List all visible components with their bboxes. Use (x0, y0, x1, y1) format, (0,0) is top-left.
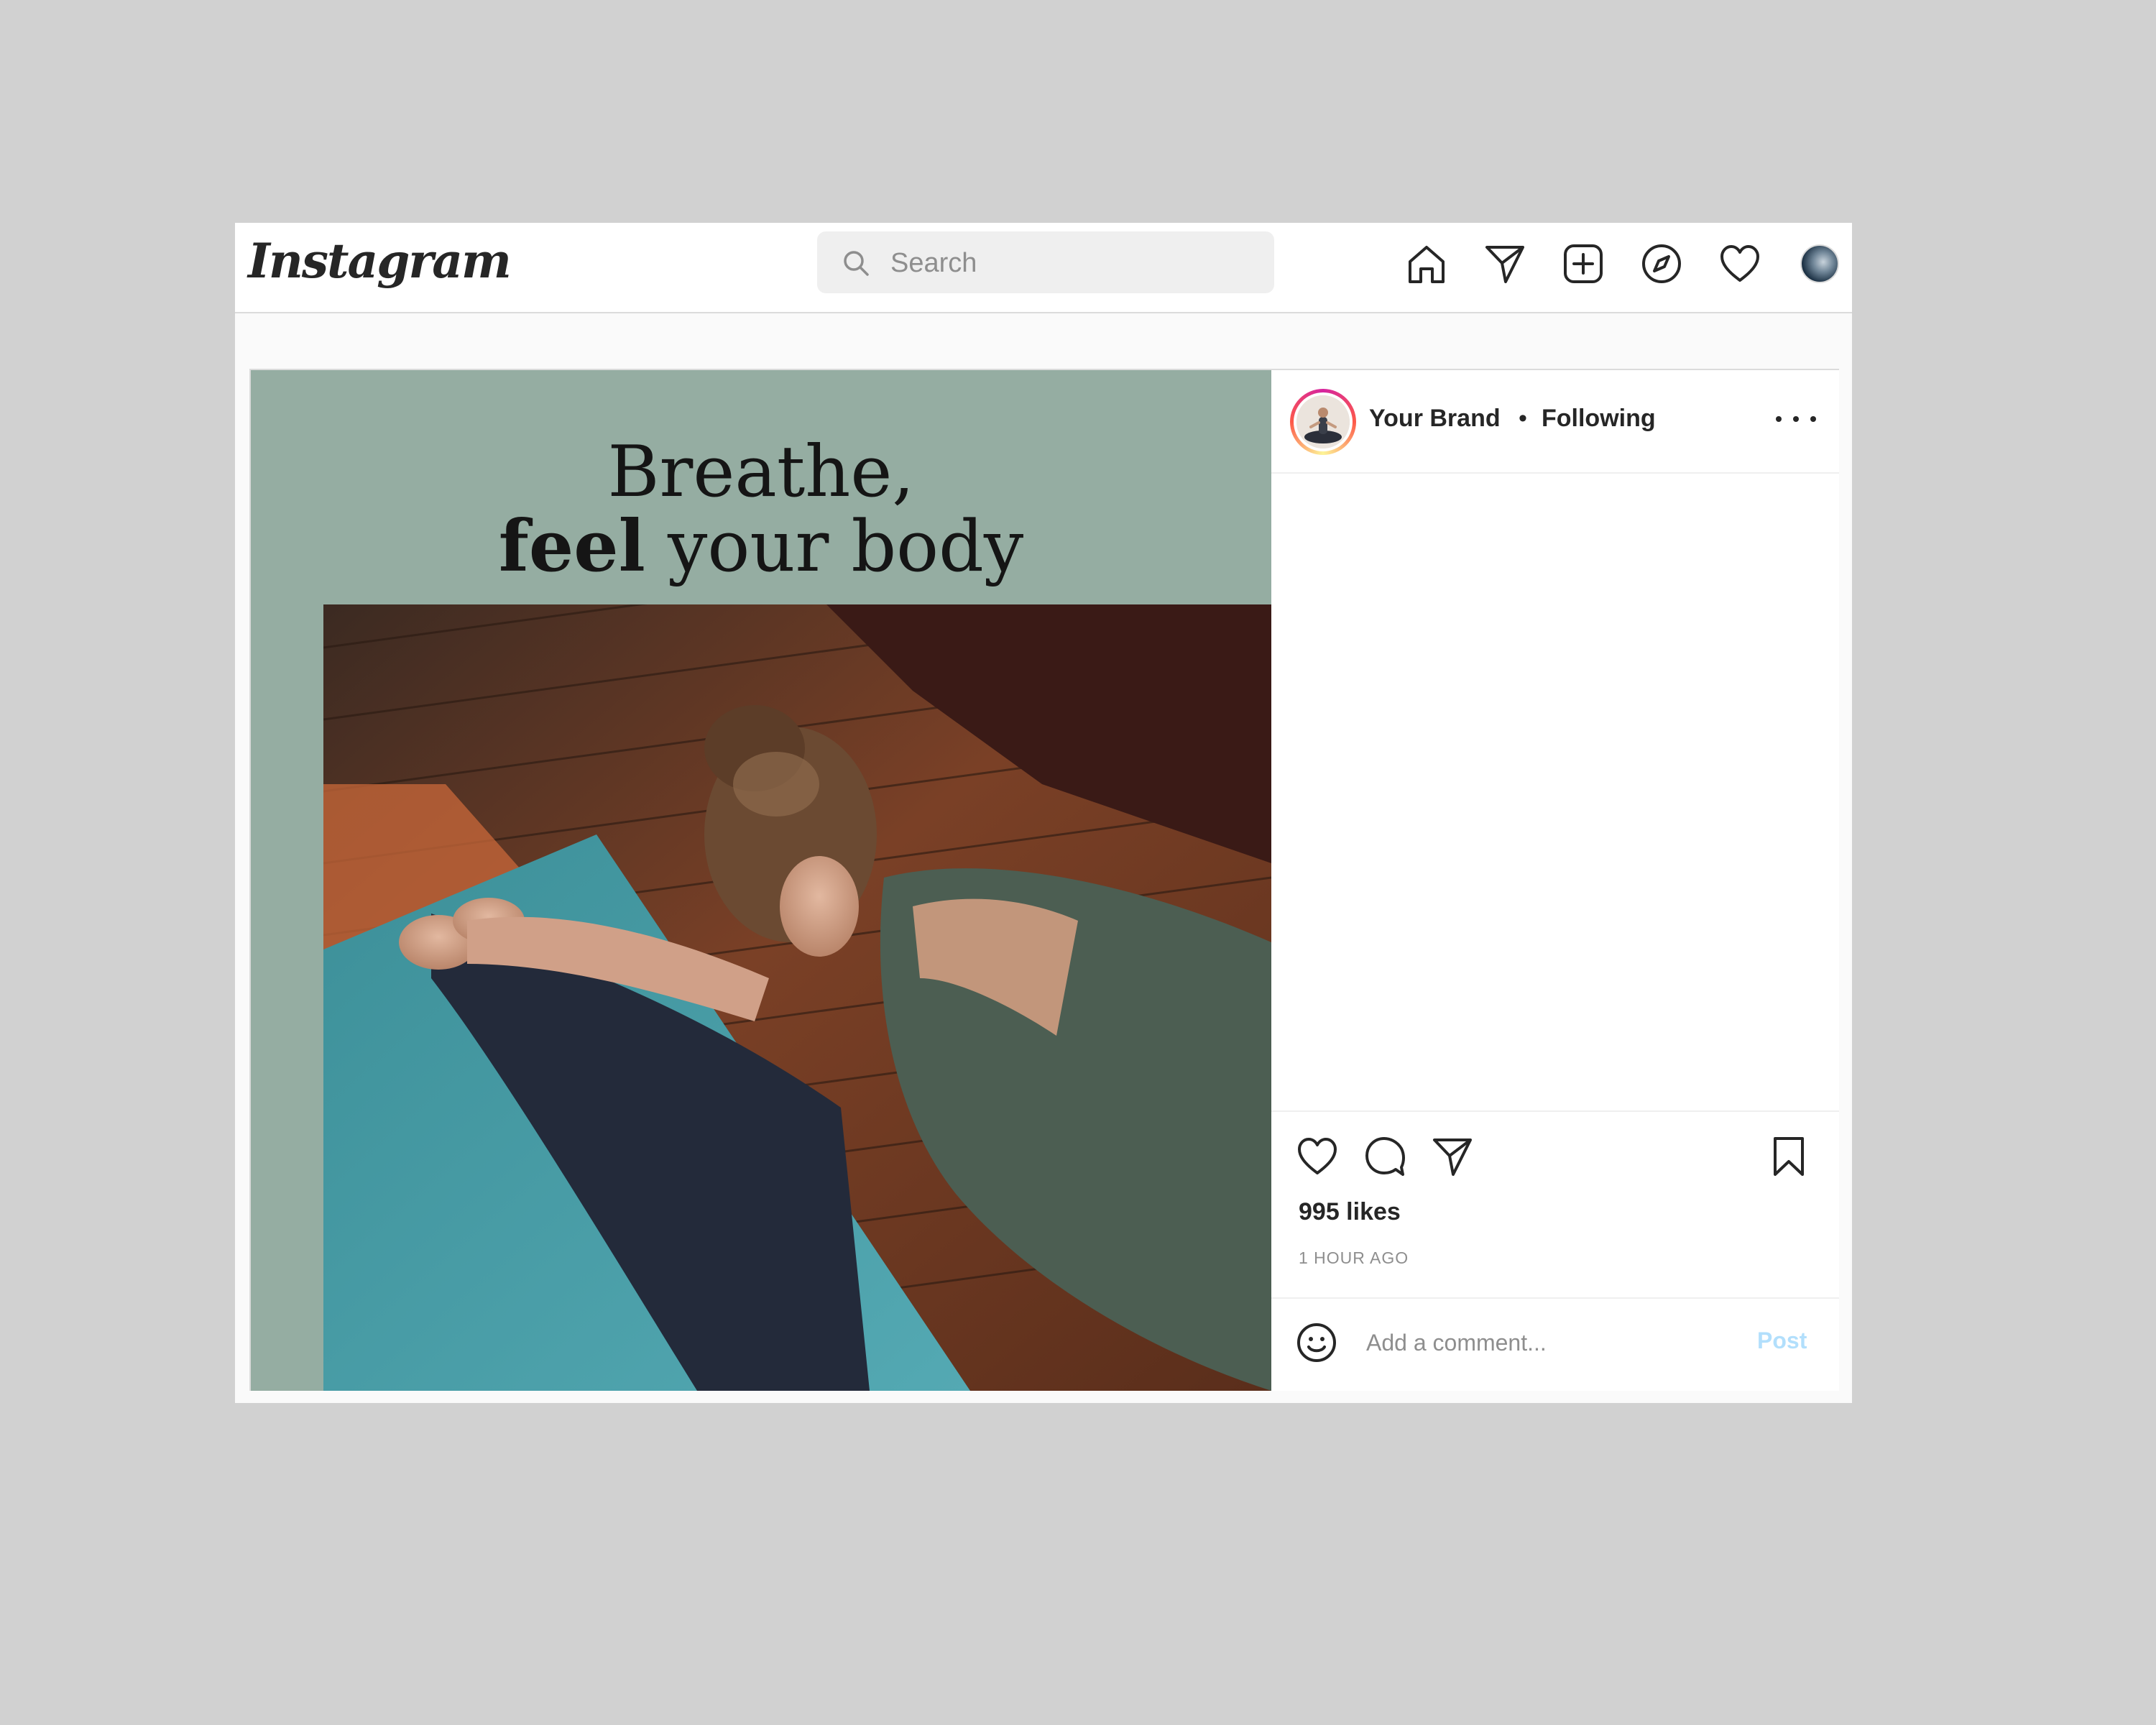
search-input[interactable] (889, 231, 1251, 295)
activity-heart-icon[interactable] (1718, 242, 1762, 286)
post-comment-button[interactable]: Post (1757, 1328, 1807, 1354)
more-options-icon[interactable] (1776, 405, 1816, 433)
following-button[interactable]: Following (1542, 405, 1656, 433)
bookmark-icon[interactable] (1766, 1133, 1812, 1179)
share-icon[interactable] (1429, 1133, 1475, 1179)
post-headline: Breathe, feel your body (251, 435, 1271, 584)
headline-line1: Breathe, (607, 431, 915, 513)
brand-avatar (1296, 395, 1350, 448)
comment-input[interactable] (1365, 1313, 1741, 1372)
search-icon (844, 251, 869, 276)
profile-avatar[interactable] (1800, 244, 1839, 283)
comment-bar: Post (1271, 1297, 1839, 1391)
header-separator: • (1519, 405, 1527, 432)
direct-message-icon[interactable] (1483, 242, 1527, 286)
post-side-panel: Your Brand • Following 995 likes 1 HOUR … (1271, 370, 1839, 1391)
instagram-logo[interactable]: Instagram (248, 233, 512, 289)
top-nav-bar: Instagram (235, 223, 1852, 313)
headline-bold-word: feel (498, 505, 645, 588)
home-icon[interactable] (1404, 242, 1449, 286)
likes-count[interactable]: 995 likes (1299, 1198, 1401, 1226)
post-username[interactable]: Your Brand (1369, 405, 1501, 433)
explore-icon[interactable] (1639, 242, 1684, 286)
search-box[interactable] (817, 231, 1274, 295)
post-card: Breathe, feel your body Your Brand • Fol… (249, 369, 1839, 1391)
yoga-photo (323, 604, 1271, 1391)
new-post-icon[interactable] (1561, 242, 1606, 286)
headline-rest: your body (645, 506, 1024, 588)
post-header: Your Brand • Following (1271, 370, 1839, 474)
instagram-window: Instagram Search Breathe, feel your body… (235, 223, 1852, 1403)
emoji-icon[interactable] (1294, 1320, 1339, 1365)
post-media[interactable]: Breathe, feel your body (251, 370, 1271, 1391)
like-heart-icon[interactable] (1294, 1133, 1340, 1179)
post-actions: 995 likes 1 HOUR AGO (1271, 1110, 1839, 1297)
comment-icon[interactable] (1362, 1133, 1408, 1179)
post-timestamp: 1 HOUR AGO (1299, 1248, 1409, 1267)
brand-avatar-story-ring[interactable] (1290, 389, 1356, 455)
